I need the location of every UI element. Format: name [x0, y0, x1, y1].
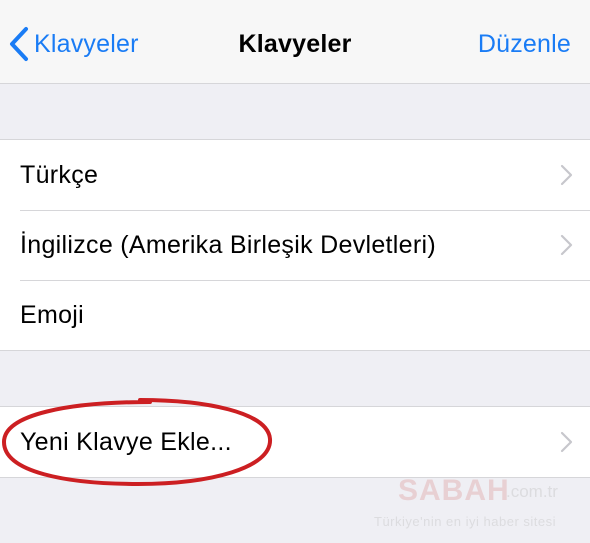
- add-keyboard-section: Yeni Klavye Ekle...: [0, 406, 590, 478]
- add-keyboard-label: Yeni Klavye Ekle...: [20, 427, 232, 456]
- keyboards-settings-screen: Klavyeler Klavyeler Düzenle Türkçe İngil…: [0, 0, 590, 543]
- keyboard-label: İngilizce (Amerika Birleşik Devletleri): [20, 230, 436, 259]
- watermark-slogan: Türkiye'nin en iyi haber sitesi: [374, 514, 556, 529]
- keyboard-row-turkish[interactable]: Türkçe: [0, 140, 590, 210]
- keyboard-row-english-us[interactable]: İngilizce (Amerika Birleşik Devletleri): [0, 210, 590, 280]
- keyboard-label: Türkçe: [20, 160, 99, 189]
- keyboards-list: Türkçe İngilizce (Amerika Birleşik Devle…: [0, 139, 590, 351]
- keyboard-label: Emoji: [20, 300, 85, 329]
- keyboard-row-emoji[interactable]: Emoji: [0, 280, 590, 350]
- chevron-right-icon: [560, 431, 573, 453]
- watermark-logo: SABAH: [398, 474, 510, 507]
- edit-button[interactable]: Düzenle: [478, 30, 571, 59]
- add-new-keyboard-row[interactable]: Yeni Klavye Ekle...: [0, 407, 590, 477]
- sabah-watermark: SABAH .com.tr Türkiye'nin en iyi haber s…: [374, 470, 590, 540]
- watermark-domain: .com.tr: [506, 482, 558, 501]
- chevron-right-icon: [560, 234, 573, 256]
- chevron-right-icon: [560, 164, 573, 186]
- navigation-bar: Klavyeler Klavyeler Düzenle: [0, 0, 590, 84]
